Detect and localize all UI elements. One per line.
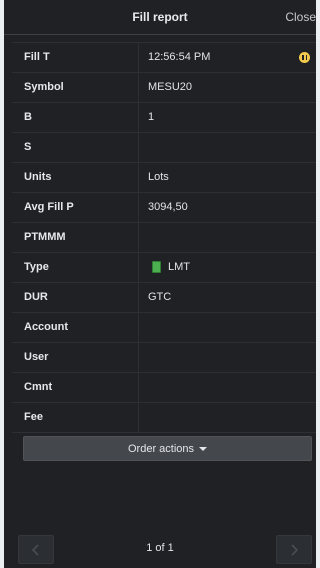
column-divider: [138, 43, 139, 72]
row-label: DUR: [24, 291, 48, 303]
row-duration: DUR GTC: [12, 283, 316, 313]
order-actions-label: Order actions: [127, 443, 195, 455]
column-divider: [138, 73, 139, 102]
order-actions-button[interactable]: Order actions: [23, 436, 312, 461]
column-divider: [138, 313, 139, 342]
caret-down-icon: [199, 447, 208, 452]
row-value: LMT: [168, 261, 190, 273]
row-symbol: Symbol MESU20: [12, 73, 316, 103]
row-value: 3094,50: [148, 201, 188, 213]
row-comment: Cmnt: [12, 373, 316, 403]
column-divider: [138, 163, 139, 192]
row-ptmmm: PTMMM: [12, 223, 316, 253]
column-divider: [138, 403, 139, 432]
column-divider: [138, 343, 139, 372]
row-fill-time: Fill T 12:56:54 PM: [12, 43, 316, 73]
row-avg-fill-price: Avg Fill P 3094,50: [12, 193, 316, 223]
row-value: GTC: [148, 291, 172, 303]
row-value: MESU20: [148, 81, 193, 93]
column-divider: [138, 193, 139, 222]
row-label: Avg Fill P: [24, 201, 74, 213]
fill-details-table: Fill T 12:56:54 PM Symbol MESU20 B 1 S U…: [12, 42, 316, 433]
row-buy: B 1: [12, 103, 316, 133]
column-divider: [138, 223, 139, 252]
row-user: User: [12, 343, 316, 373]
row-label: Type: [24, 261, 49, 273]
row-label: B: [24, 111, 32, 123]
row-value: Lots: [148, 171, 169, 183]
row-value: 1: [148, 111, 155, 123]
close-button[interactable]: Close: [285, 10, 316, 24]
column-divider: [138, 253, 139, 282]
column-divider: [138, 103, 139, 132]
chevron-right-icon: [291, 544, 299, 556]
row-label: User: [24, 351, 49, 363]
column-divider: [138, 133, 139, 162]
row-label: PTMMM: [24, 231, 66, 243]
row-value: 12:56:54 PM: [148, 51, 211, 63]
row-units: Units Lots: [12, 163, 316, 193]
row-account: Account: [12, 313, 316, 343]
row-label: Units: [24, 171, 52, 183]
panel-title: Fill report: [132, 10, 188, 24]
panel-header: Fill report Close: [4, 0, 316, 35]
order-actions-label-wrap: Order actions: [24, 443, 311, 455]
row-label: S: [24, 141, 32, 153]
fill-report-panel: Fill report Close Fill T 12:56:54 PM Sym…: [4, 0, 316, 568]
column-divider: [138, 373, 139, 402]
column-divider: [138, 283, 139, 312]
page-indicator: 1 of 1: [146, 542, 174, 554]
row-sell: S: [12, 133, 316, 163]
order-type-color-swatch: [152, 261, 161, 273]
row-label: Symbol: [24, 81, 64, 93]
row-label: Account: [24, 321, 68, 333]
row-label: Cmnt: [24, 381, 53, 393]
row-type: Type LMT: [12, 253, 316, 283]
row-label: Fee: [24, 411, 43, 423]
info-icon[interactable]: [299, 52, 310, 63]
next-page-button[interactable]: [276, 535, 312, 564]
row-label: Fill T: [24, 51, 50, 63]
row-fee: Fee: [12, 403, 316, 433]
